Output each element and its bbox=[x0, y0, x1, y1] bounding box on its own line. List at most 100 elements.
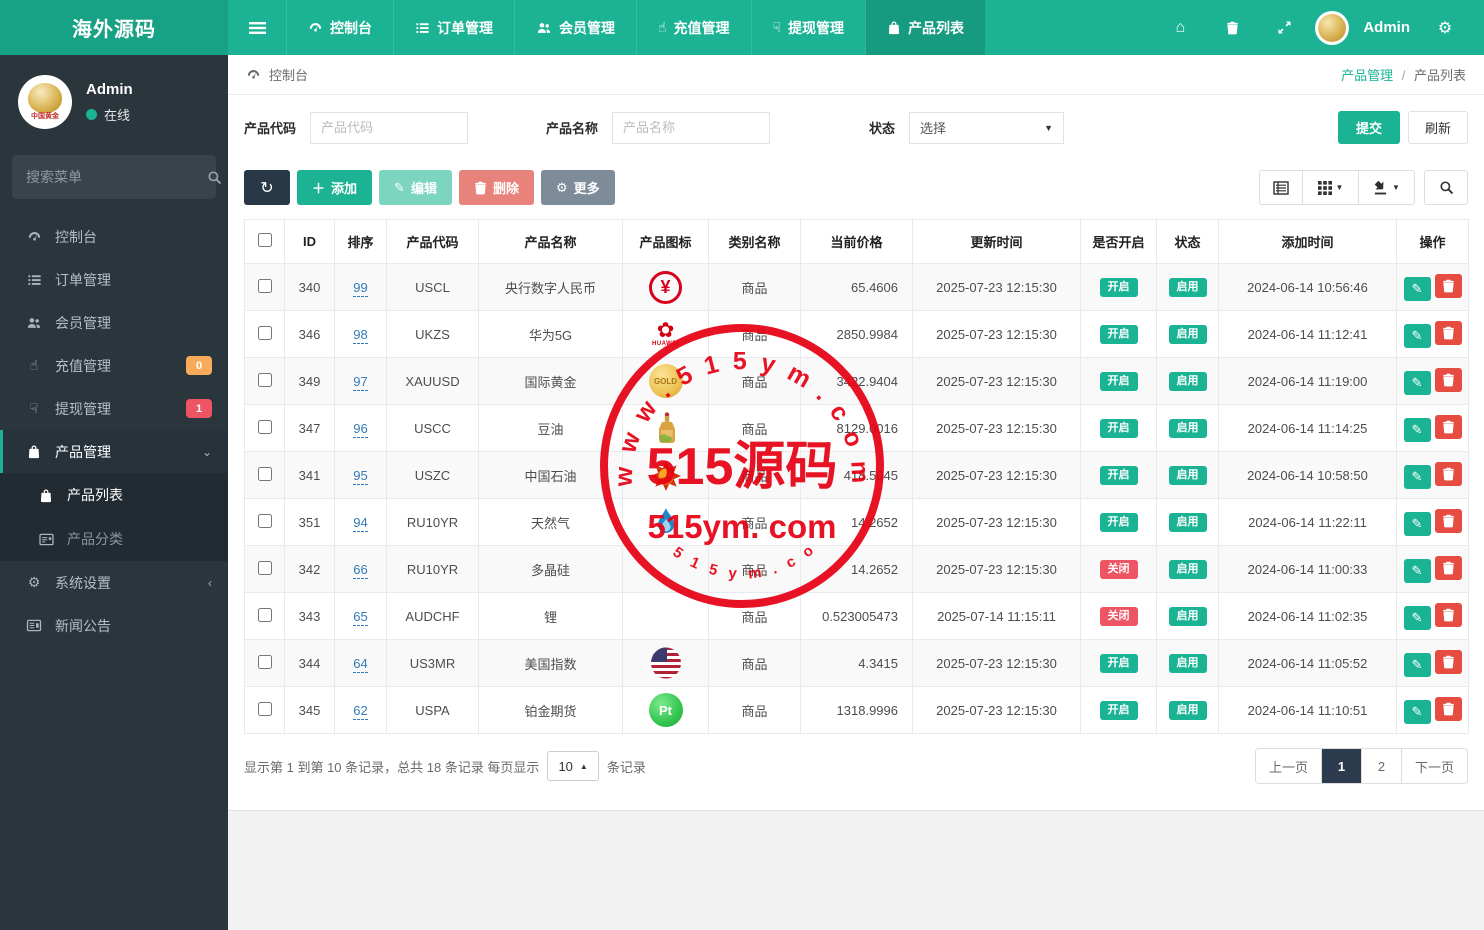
sidebar-item-withdraw[interactable]: ☟ 提现管理 1 bbox=[0, 387, 228, 430]
sidebar-toggle-button[interactable] bbox=[228, 0, 286, 55]
submit-button[interactable]: 提交 bbox=[1337, 111, 1400, 144]
row-checkbox[interactable] bbox=[257, 325, 272, 340]
row-edit-button[interactable]: ✎ bbox=[1403, 558, 1431, 583]
sidebar-item-orders[interactable]: 订单管理 bbox=[0, 258, 228, 301]
trash-button[interactable] bbox=[1211, 0, 1253, 55]
page-button-1[interactable]: 1 bbox=[1320, 749, 1361, 783]
row-checkbox[interactable] bbox=[257, 466, 272, 481]
sidebar-item-news[interactable]: 新闻公告 bbox=[0, 604, 228, 647]
admin-label[interactable]: Admin bbox=[1363, 19, 1410, 36]
col-name[interactable]: 产品名称 bbox=[478, 219, 623, 264]
row-edit-button[interactable]: ✎ bbox=[1403, 323, 1431, 348]
sort-link[interactable]: 96 bbox=[353, 420, 368, 438]
row-edit-button[interactable]: ✎ bbox=[1403, 417, 1431, 442]
page-button-2[interactable]: 2 bbox=[1360, 749, 1401, 783]
row-delete-button[interactable] bbox=[1434, 273, 1462, 298]
col-id[interactable]: ID bbox=[284, 219, 335, 264]
sort-link[interactable]: 66 bbox=[353, 561, 368, 579]
nav-item-withdraw[interactable]: ☟ 提现管理 bbox=[750, 0, 866, 55]
sort-link[interactable]: 98 bbox=[353, 326, 368, 344]
refresh-button[interactable]: 刷新 bbox=[1407, 111, 1468, 144]
row-delete-button[interactable] bbox=[1434, 414, 1462, 439]
row-edit-button[interactable]: ✎ bbox=[1403, 699, 1431, 724]
sidebar-item-members[interactable]: 会员管理 bbox=[0, 301, 228, 344]
col-added[interactable]: 添加时间 bbox=[1218, 219, 1397, 264]
delete-button[interactable]: 删除 bbox=[458, 170, 534, 205]
add-button[interactable]: ＋添加 bbox=[297, 170, 373, 205]
row-edit-button[interactable]: ✎ bbox=[1403, 605, 1431, 630]
row-checkbox[interactable] bbox=[257, 419, 272, 434]
sidebar-search-input[interactable] bbox=[26, 169, 207, 185]
row-delete-button[interactable] bbox=[1434, 508, 1462, 533]
col-icon[interactable]: 产品图标 bbox=[622, 219, 709, 264]
user-avatar[interactable]: 中国黄金 bbox=[18, 75, 72, 129]
select-all-checkbox[interactable] bbox=[257, 233, 272, 247]
sidebar-item-recharge[interactable]: ☝ 充值管理 0 bbox=[0, 344, 228, 387]
row-delete-button[interactable] bbox=[1434, 602, 1462, 627]
toggle-view-button[interactable] bbox=[1259, 170, 1303, 205]
nav-item-dashboard[interactable]: 控制台 bbox=[286, 0, 393, 55]
row-delete-button[interactable] bbox=[1434, 367, 1462, 392]
row-checkbox[interactable] bbox=[257, 701, 272, 716]
nav-item-product-list[interactable]: 产品列表 bbox=[865, 0, 986, 55]
sidebar-item-product-management[interactable]: 产品管理 ⌄ bbox=[0, 430, 228, 473]
col-code[interactable]: 产品代码 bbox=[386, 219, 479, 264]
row-delete-button[interactable] bbox=[1434, 555, 1462, 580]
sidebar-item-system-settings[interactable]: ⚙ 系统设置 ‹ bbox=[0, 561, 228, 604]
row-edit-button[interactable]: ✎ bbox=[1403, 511, 1431, 536]
sort-link[interactable]: 62 bbox=[353, 702, 368, 720]
bag-icon bbox=[887, 20, 901, 35]
col-enabled[interactable]: 是否开启 bbox=[1080, 219, 1157, 264]
page-size-select[interactable]: 10 ▲ bbox=[547, 751, 599, 781]
sidebar-item-product-category[interactable]: 产品分类 bbox=[0, 517, 228, 561]
nav-item-recharge[interactable]: ☝ 充值管理 bbox=[636, 0, 751, 55]
sidebar-item-product-list[interactable]: 产品列表 bbox=[0, 473, 228, 517]
reload-button[interactable]: ↻ bbox=[244, 170, 290, 205]
search-icon[interactable] bbox=[207, 170, 222, 185]
sort-link[interactable]: 99 bbox=[353, 279, 368, 297]
col-price[interactable]: 当前价格 bbox=[800, 219, 913, 264]
export-button[interactable]: ▼ bbox=[1359, 170, 1415, 205]
row-delete-button[interactable] bbox=[1434, 649, 1462, 674]
row-edit-button[interactable]: ✎ bbox=[1403, 370, 1431, 395]
table-search-button[interactable] bbox=[1424, 170, 1468, 205]
columns-button[interactable]: ▼ bbox=[1303, 170, 1359, 205]
nav-item-members[interactable]: 会员管理 bbox=[514, 0, 636, 55]
row-checkbox[interactable] bbox=[257, 654, 272, 669]
sort-link[interactable]: 64 bbox=[353, 655, 368, 673]
prev-page-button[interactable]: 上一页 bbox=[1255, 749, 1321, 783]
settings-button[interactable]: ⚙ bbox=[1424, 0, 1466, 55]
product-code-input[interactable] bbox=[310, 111, 469, 144]
next-page-button[interactable]: 下一页 bbox=[1400, 749, 1467, 783]
product-name-input[interactable] bbox=[612, 111, 771, 144]
col-updated[interactable]: 更新时间 bbox=[912, 219, 1081, 264]
status-select[interactable]: 选择 ▼ bbox=[909, 111, 1065, 144]
row-checkbox[interactable] bbox=[257, 560, 272, 575]
row-edit-button[interactable]: ✎ bbox=[1403, 464, 1431, 489]
home-button[interactable]: ⌂ bbox=[1159, 0, 1201, 55]
sort-link[interactable]: 65 bbox=[353, 608, 368, 626]
edit-button[interactable]: ✎ 编辑 bbox=[379, 170, 452, 205]
fullscreen-button[interactable] bbox=[1263, 0, 1305, 55]
col-category[interactable]: 类别名称 bbox=[708, 219, 801, 264]
col-sort[interactable]: 排序 bbox=[334, 219, 387, 264]
sort-link[interactable]: 94 bbox=[353, 514, 368, 532]
avatar[interactable] bbox=[1315, 10, 1350, 45]
row-delete-button[interactable] bbox=[1434, 461, 1462, 486]
nav-item-orders[interactable]: 订单管理 bbox=[393, 0, 514, 55]
sidebar-item-dashboard[interactable]: 控制台 bbox=[0, 215, 228, 258]
row-edit-button[interactable]: ✎ bbox=[1403, 652, 1431, 677]
more-button[interactable]: ⚙ 更多 bbox=[540, 170, 615, 205]
row-edit-button[interactable]: ✎ bbox=[1403, 276, 1431, 301]
row-checkbox[interactable] bbox=[257, 513, 272, 528]
sort-link[interactable]: 97 bbox=[353, 373, 368, 391]
row-delete-button[interactable] bbox=[1434, 696, 1462, 721]
row-checkbox[interactable] bbox=[257, 607, 272, 622]
row-delete-button[interactable] bbox=[1434, 320, 1462, 345]
col-status[interactable]: 状态 bbox=[1156, 219, 1219, 264]
sort-link[interactable]: 95 bbox=[353, 467, 368, 485]
breadcrumb-parent[interactable]: 产品管理 bbox=[1341, 68, 1393, 83]
row-checkbox[interactable] bbox=[257, 372, 272, 387]
row-checkbox[interactable] bbox=[257, 278, 272, 293]
breadcrumb-left[interactable]: 控制台 bbox=[269, 65, 308, 84]
